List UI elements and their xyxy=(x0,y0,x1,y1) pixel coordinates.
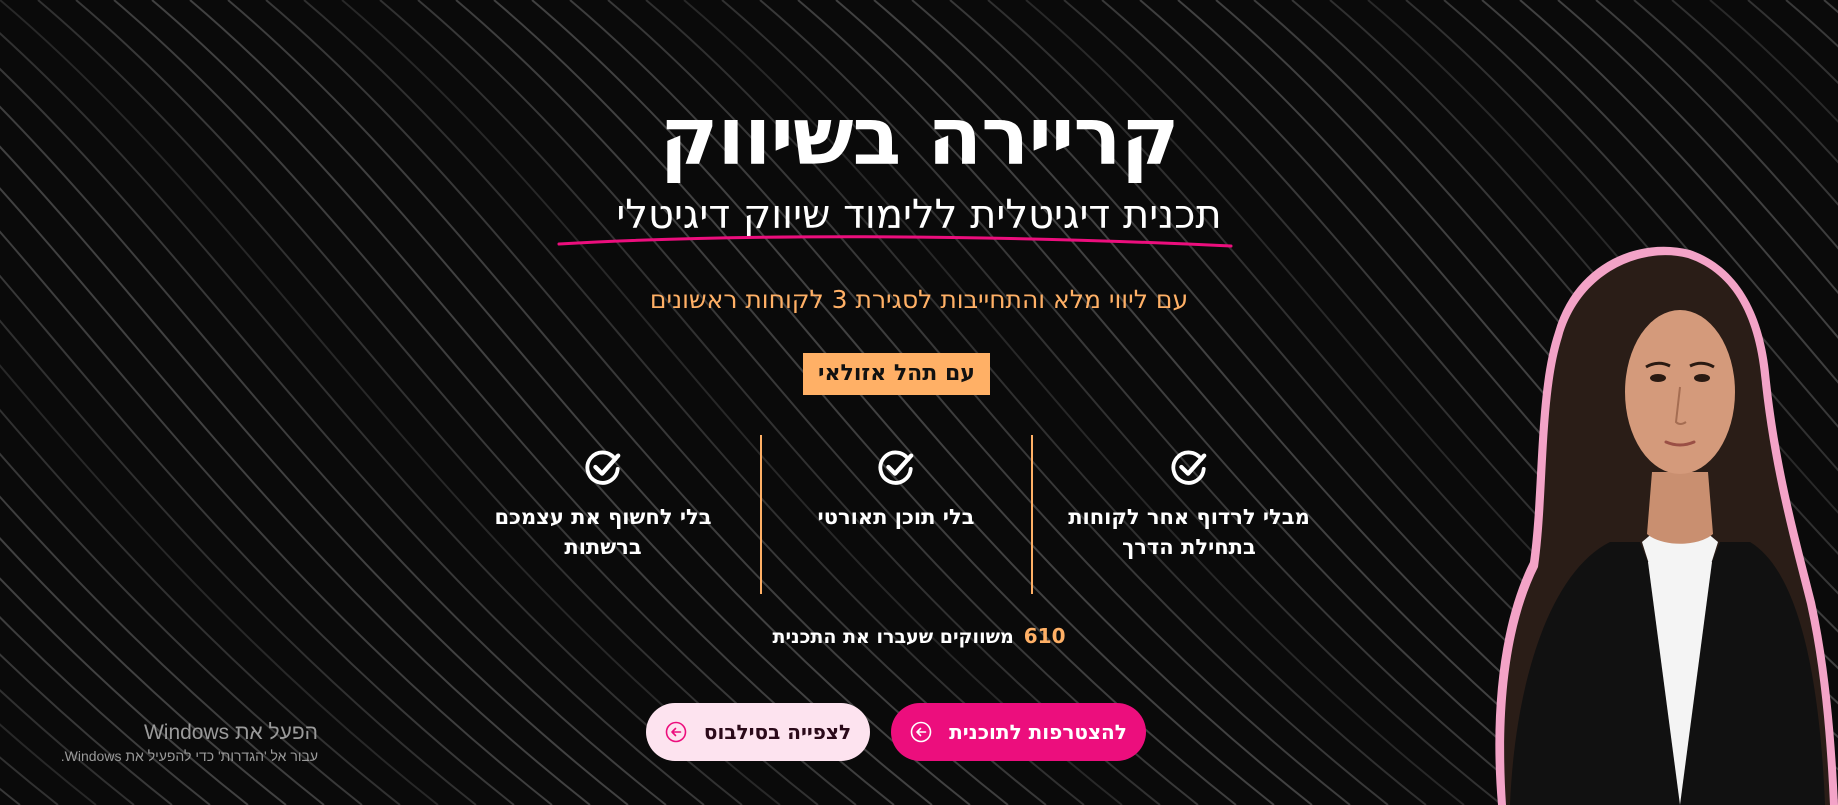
feature-item: בלי תוכן תאורטי xyxy=(771,448,1021,532)
hero-section: קריירה בשיווק תכנית דיגיטלית ללימוד שיוו… xyxy=(0,0,1838,805)
arrow-left-circle-icon xyxy=(665,721,687,742)
subtitle-underline xyxy=(557,235,1233,248)
feature-item: מבלי לרדוף אחר לקוחות בתחילת הדרך xyxy=(1064,448,1314,562)
view-syllabus-button[interactable]: לצפייה בסילבוס xyxy=(646,703,870,761)
feature-text: בלי לחשוף את עצמכם ברשתות xyxy=(494,505,712,559)
join-program-button[interactable]: להצטרפות לתוכנית xyxy=(891,703,1146,761)
feature-text: בלי תוכן תאורטי xyxy=(817,505,975,529)
watermark-subtitle: עבור אל 'הגדרות' כדי להפעיל את Windows. xyxy=(60,748,318,764)
check-circle-icon xyxy=(1171,450,1207,485)
windows-activation-watermark: הפעל את Windows עבור אל 'הגדרות' כדי להפ… xyxy=(40,720,318,766)
view-syllabus-label: לצפייה בסילבוס xyxy=(703,720,852,744)
page-title: קריירה בשיווק xyxy=(659,90,1180,183)
feature-divider xyxy=(1031,435,1033,594)
feature-item: בלי לחשוף את עצמכם ברשתות xyxy=(478,448,728,562)
presenter-photo xyxy=(1495,246,1838,805)
watermark-title: הפעל את Windows xyxy=(143,721,318,744)
feature-text: מבלי לרדוף אחר לקוחות בתחילת הדרך xyxy=(1068,505,1310,559)
feature-divider xyxy=(760,435,762,594)
graduates-count: 610 xyxy=(1023,624,1066,648)
arrow-left-circle-icon xyxy=(910,721,932,742)
check-circle-icon xyxy=(585,450,621,485)
graduates-label: משווקים שעברו את התכנית xyxy=(772,626,1014,648)
join-program-label: להצטרפות לתוכנית xyxy=(949,720,1127,744)
presenter-badge: עם תהל אזולאי xyxy=(803,353,990,395)
check-circle-icon xyxy=(878,450,914,485)
